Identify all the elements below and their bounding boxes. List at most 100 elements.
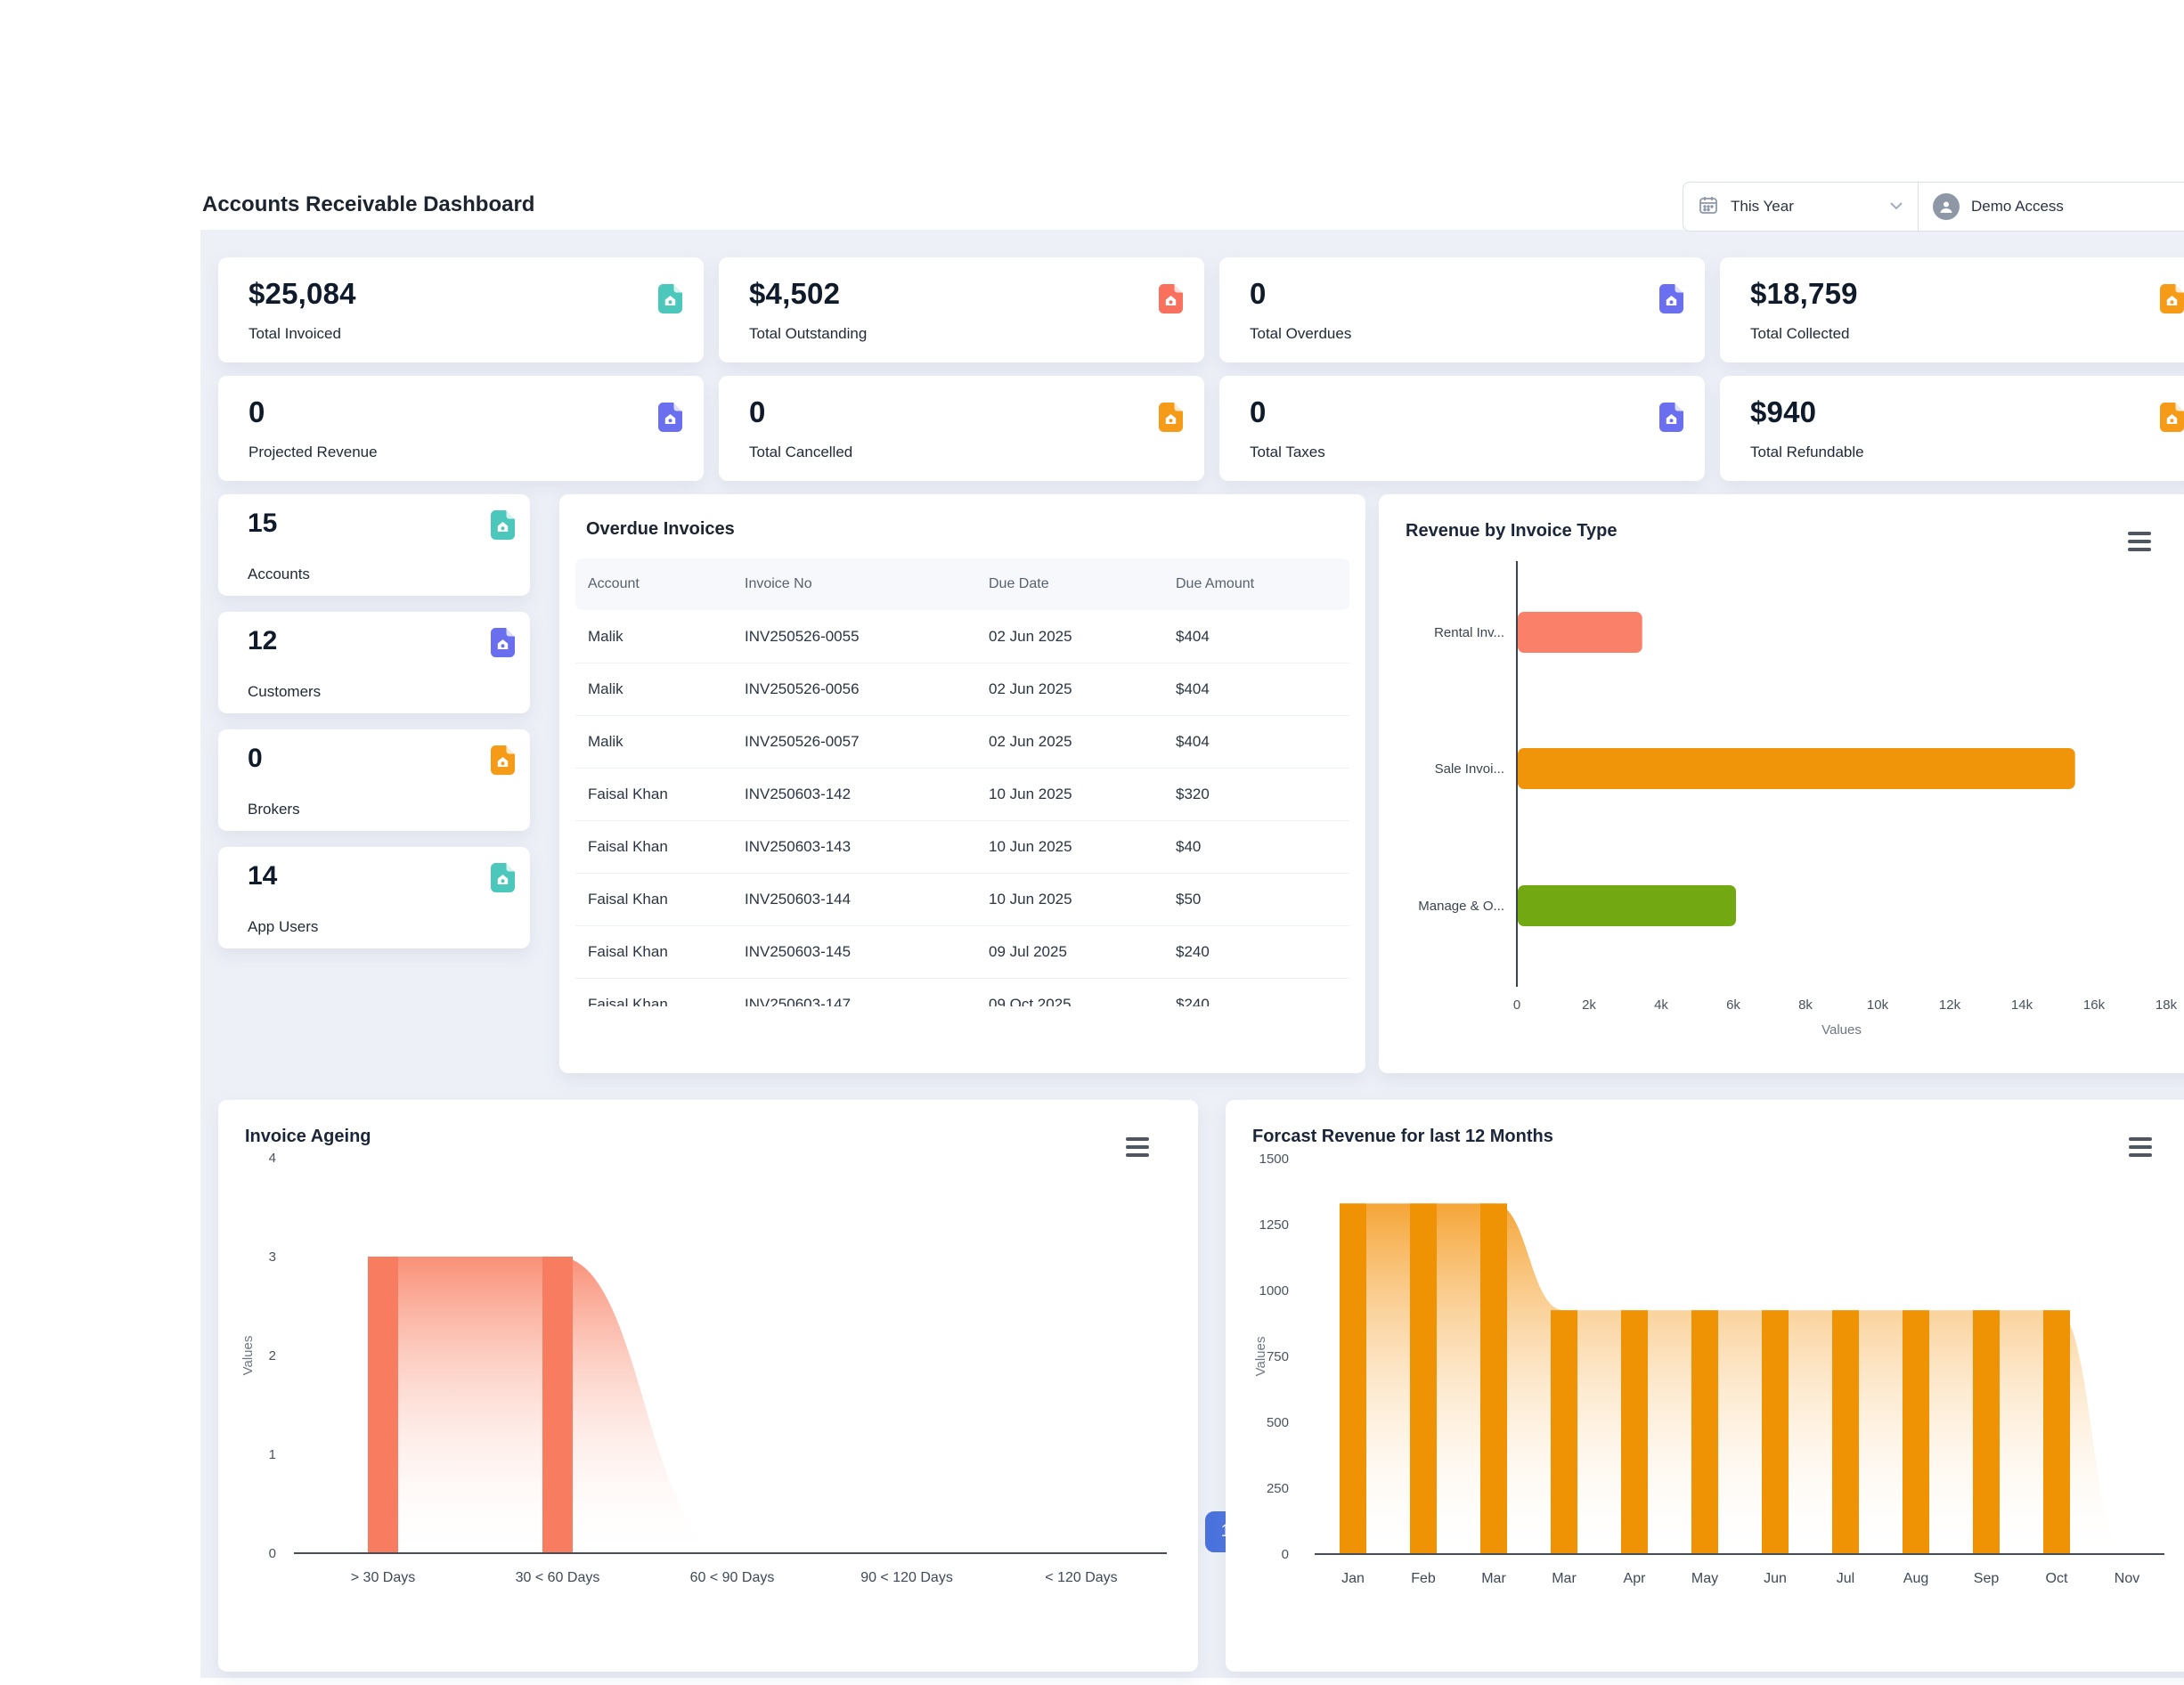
- entity-value: 15: [248, 509, 277, 539]
- stat-value: $940: [1750, 395, 1816, 429]
- svg-text:2k: 2k: [1582, 997, 1596, 1013]
- svg-text:Sale Invoi...: Sale Invoi...: [1435, 761, 1504, 777]
- stat-value: 0: [249, 395, 265, 429]
- svg-text:> 30 Days: > 30 Days: [351, 1570, 415, 1585]
- stat-card-total-collected: $18,759 Total Collected: [1720, 257, 2184, 362]
- panel-title: Overdue Invoices: [586, 519, 735, 540]
- cell-due-date: 02 Jun 2025: [989, 628, 1176, 646]
- column-header-due-amount: Due Amount: [1176, 576, 1337, 592]
- svg-text:Jul: Jul: [1837, 1571, 1854, 1586]
- entity-label: Customers: [248, 683, 321, 701]
- svg-text:750: 750: [1267, 1349, 1289, 1364]
- invoice-file-icon: [491, 628, 514, 656]
- svg-text:90 < 120 Days: 90 < 120 Days: [860, 1570, 953, 1585]
- calendar-icon: [1698, 194, 1719, 220]
- stat-label: Total Cancelled: [749, 444, 852, 461]
- svg-text:10k: 10k: [1867, 997, 1889, 1013]
- chart-title: Forcast Revenue for last 12 Months: [1252, 1127, 1553, 1147]
- column-header-account: Account: [588, 576, 745, 592]
- entity-value: 12: [248, 626, 277, 656]
- cell-due-date: 10 Jun 2025: [989, 838, 1176, 856]
- cell-invoice-no: INV250526-0056: [745, 680, 989, 698]
- invoice-ageing-panel: Invoice Ageing > 30 Days30 < 60 Days60 <…: [218, 1100, 1198, 1672]
- table-row[interactable]: Malik INV250526-0055 02 Jun 2025 $404: [575, 610, 1349, 663]
- revenue-bar-chart: Rental Inv...Sale Invoi...Manage & O...0…: [1379, 494, 2184, 1073]
- svg-text:1500: 1500: [1259, 1152, 1289, 1167]
- stat-label: Total Collected: [1750, 325, 1850, 343]
- stat-card-total-refundable: $940 Total Refundable: [1720, 376, 2184, 481]
- header-selectors: This Year Demo Access: [1683, 182, 2184, 232]
- cell-due-date: 10 Jun 2025: [989, 786, 1176, 803]
- stat-label: Total Taxes: [1250, 444, 1325, 461]
- page-title: Accounts Receivable Dashboard: [202, 192, 534, 217]
- forecast-revenue-panel: Forcast Revenue for last 12 Months JanFe…: [1226, 1100, 2184, 1672]
- svg-text:3: 3: [269, 1250, 276, 1265]
- cell-due-date: 09 Jul 2025: [989, 943, 1176, 961]
- table-row[interactable]: Malik INV250526-0057 02 Jun 2025 $404: [575, 715, 1349, 768]
- stat-card-total-taxes: 0 Total Taxes: [1219, 376, 1705, 481]
- stat-label: Total Refundable: [1750, 444, 1864, 461]
- column-header-invoice-no: Invoice No: [745, 576, 989, 592]
- svg-text:Manage & O...: Manage & O...: [1418, 899, 1504, 914]
- entity-label: App Users: [248, 918, 318, 936]
- svg-text:1000: 1000: [1259, 1283, 1289, 1298]
- table-row[interactable]: Faisal Khan INV250603-142 10 Jun 2025 $3…: [575, 768, 1349, 820]
- cell-due-date: 09 Oct 2025: [989, 996, 1176, 1006]
- invoice-file-icon: [1159, 284, 1183, 313]
- column-header-due-date: Due Date: [989, 576, 1176, 592]
- svg-text:Aug: Aug: [1903, 1571, 1928, 1586]
- svg-text:2: 2: [269, 1348, 276, 1363]
- table-row[interactable]: Malik INV250526-0056 02 Jun 2025 $404: [575, 663, 1349, 715]
- table-row[interactable]: Faisal Khan INV250603-145 09 Jul 2025 $2…: [575, 925, 1349, 978]
- svg-text:Nov: Nov: [2115, 1571, 2139, 1586]
- table-row[interactable]: Faisal Khan INV250603-143 10 Jun 2025 $4…: [575, 820, 1349, 873]
- cell-account: Malik: [588, 628, 745, 646]
- entity-card-customers: 12 Customers: [218, 612, 530, 713]
- svg-text:12k: 12k: [1939, 997, 1961, 1013]
- hamburger-menu-icon[interactable]: [1126, 1137, 1149, 1157]
- table-row[interactable]: Faisal Khan INV250603-147 09 Oct 2025 $2…: [575, 978, 1349, 1006]
- cell-account: Faisal Khan: [588, 996, 745, 1006]
- period-selector[interactable]: This Year: [1683, 182, 1919, 232]
- invoice-file-icon: [2160, 403, 2184, 432]
- stat-value: $4,502: [749, 277, 840, 311]
- chart-title: Revenue by Invoice Type: [1406, 521, 1618, 541]
- cell-invoice-no: INV250603-147: [745, 996, 989, 1006]
- svg-text:30 < 60 Days: 30 < 60 Days: [516, 1570, 600, 1585]
- hamburger-menu-icon[interactable]: [2128, 532, 2151, 551]
- svg-text:Values: Values: [240, 1336, 256, 1376]
- svg-text:0: 0: [1513, 997, 1520, 1013]
- stat-value: 0: [1250, 277, 1267, 311]
- invoice-file-icon: [1659, 403, 1683, 432]
- invoice-file-icon: [658, 403, 682, 432]
- invoice-file-icon: [491, 745, 514, 774]
- invoice-file-icon: [2160, 284, 2184, 313]
- stat-card-total-overdues: 0 Total Overdues: [1219, 257, 1705, 362]
- svg-text:Feb: Feb: [1411, 1571, 1436, 1586]
- table-header: Account Invoice No Due Date Due Amount: [575, 558, 1349, 610]
- cell-due-amount: $404: [1176, 733, 1337, 751]
- cell-account: Faisal Khan: [588, 838, 745, 856]
- cell-due-amount: $240: [1176, 943, 1337, 961]
- cell-due-date: 10 Jun 2025: [989, 891, 1176, 908]
- hamburger-menu-icon[interactable]: [2129, 1137, 2152, 1157]
- table-row[interactable]: Faisal Khan INV250603-144 10 Jun 2025 $5…: [575, 873, 1349, 925]
- chart-title: Invoice Ageing: [245, 1127, 371, 1147]
- svg-text:4k: 4k: [1654, 997, 1668, 1013]
- invoice-ageing-area-chart: > 30 Days30 < 60 Days60 < 90 Days90 < 12…: [218, 1100, 1198, 1672]
- stat-card-total-outstanding: $4,502 Total Outstanding: [719, 257, 1204, 362]
- cell-invoice-no: INV250603-144: [745, 891, 989, 908]
- entity-card-brokers: 0 Brokers: [218, 729, 530, 831]
- svg-text:250: 250: [1267, 1481, 1289, 1496]
- stat-card-total-cancelled: 0 Total Cancelled: [719, 376, 1204, 481]
- account-selector[interactable]: Demo Access: [1919, 182, 2184, 232]
- forecast-revenue-area-chart: JanFebMarMarAprMayJunJulAugSepOctNov0250…: [1226, 1100, 2184, 1672]
- cell-invoice-no: INV250526-0057: [745, 733, 989, 751]
- invoice-file-icon: [491, 510, 514, 539]
- svg-text:1250: 1250: [1259, 1217, 1289, 1233]
- stat-value: $25,084: [249, 277, 356, 311]
- svg-text:18k: 18k: [2155, 997, 2178, 1013]
- entity-card-accounts: 15 Accounts: [218, 494, 530, 596]
- chevron-down-icon: [1889, 199, 1903, 215]
- cell-invoice-no: INV250526-0055: [745, 628, 989, 646]
